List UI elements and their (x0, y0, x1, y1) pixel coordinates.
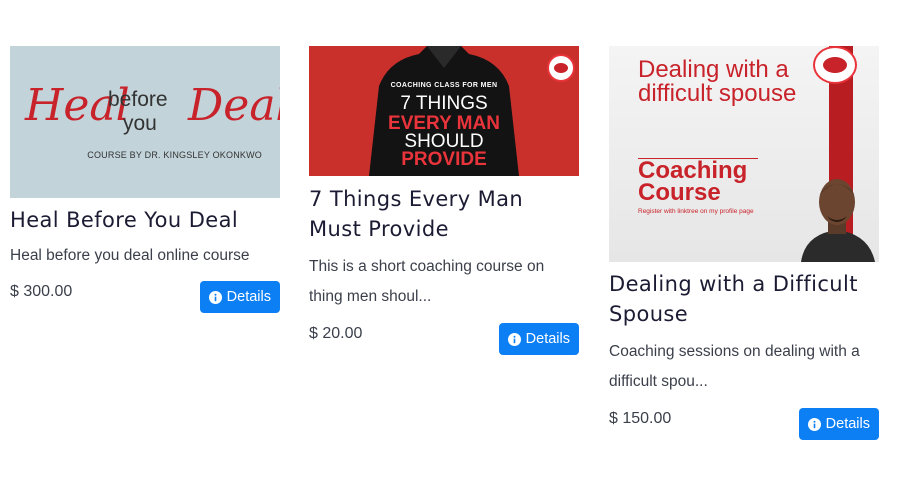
course-thumbnail[interactable]: COACHING CLASS FOR MEN 7 THINGS EVERY MA… (309, 46, 579, 176)
course-price: $ 20.00 (309, 325, 363, 342)
thumbnail-line-4: PROVIDE (401, 149, 487, 170)
brand-logo-badge (813, 46, 857, 84)
thumbnail-kicker: COACHING CLASS FOR MEN (390, 82, 498, 89)
thumbnail-headline: Dealing with a difficult spouse (638, 56, 797, 107)
course-title[interactable]: 7 Things Every Man Must Provide (309, 184, 579, 244)
thumbnail-coaching-label: Coaching Course (638, 157, 748, 206)
course-card-difficult-spouse: Dealing with a difficult spouse Coaching… (609, 46, 879, 442)
course-description: Coaching sessions on dealing with a diff… (609, 343, 860, 390)
course-footer: $ 150.00 Details (609, 408, 879, 442)
course-price: $ 150.00 (609, 410, 672, 427)
details-button-label: Details (825, 416, 870, 432)
brand-logo-badge (547, 54, 575, 82)
thumbnail-register-note: Register with linktree on my profile pag… (638, 208, 754, 215)
info-circle-icon (807, 417, 821, 431)
presenter-photo (801, 179, 875, 262)
course-thumbnail[interactable]: Dealing with a difficult spouse Coaching… (609, 46, 879, 262)
info-circle-icon (507, 332, 521, 346)
course-card-7-things: COACHING CLASS FOR MEN 7 THINGS EVERY MA… (309, 46, 579, 357)
course-card-heal-before-you-deal: Heal before you Deal COURSE BY DR. KINGS… (10, 46, 280, 315)
course-title[interactable]: Heal Before You Deal (10, 205, 280, 235)
thumbnail-line-1: 7 THINGS (400, 93, 488, 114)
details-button[interactable]: Details (199, 281, 280, 313)
course-title[interactable]: Dealing with a Difficult Spouse (609, 269, 879, 329)
thumbnail-word-deal: Deal (188, 80, 280, 131)
details-button-label: Details (525, 331, 570, 347)
course-description: This is a short coaching course on thing… (309, 258, 545, 305)
thumbnail-word-before: before (108, 88, 168, 111)
course-footer: $ 300.00 Details (10, 281, 280, 315)
details-button[interactable]: Details (798, 408, 879, 440)
thumbnail-byline: COURSE BY DR. KINGSLEY OKONKWO (87, 150, 262, 160)
details-button[interactable]: Details (498, 323, 579, 355)
info-circle-icon (208, 290, 222, 304)
course-description: Heal before you deal online course (10, 247, 250, 264)
details-button-label: Details (226, 289, 271, 305)
course-footer: $ 20.00 Details (309, 323, 579, 357)
course-thumbnail[interactable]: Heal before you Deal COURSE BY DR. KINGS… (10, 46, 280, 198)
thumbnail-word-you: you (123, 112, 157, 135)
course-price: $ 300.00 (10, 283, 73, 300)
